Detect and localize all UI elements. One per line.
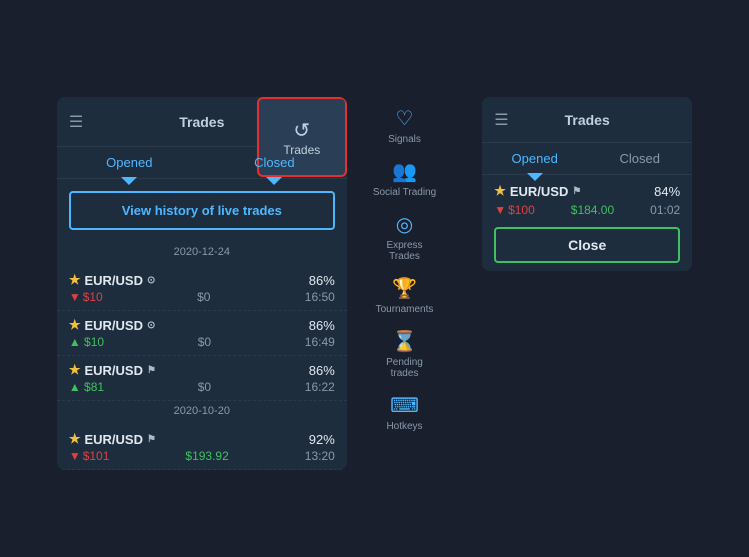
left-trades-panel: ☰ Trades ↺ Trades Opened Closed [57, 97, 347, 470]
trade-item-4: ★ EUR/USD ⚑ 92% ▼ $101 $193.92 13:20 [57, 425, 347, 470]
arrow-4: ▼ [69, 449, 81, 463]
right-sidebar: ♡ Signals 👥 Social Trading ◎ ExpressTrad… [367, 102, 442, 436]
sidebar-item-express-trades[interactable]: ◎ ExpressTrades [380, 208, 428, 266]
sidebar-item-signals[interactable]: ♡ Signals [382, 102, 427, 149]
result-1: $0 [197, 290, 210, 304]
star-icon-4: ★ [69, 431, 81, 447]
express-trades-label: ExpressTrades [386, 240, 422, 262]
right-menu-icon[interactable]: ☰ [494, 110, 508, 130]
left-panel-header: ☰ Trades ↺ Trades [57, 97, 347, 147]
tab-opened-right[interactable]: Opened [482, 143, 587, 174]
view-history-button[interactable]: View history of live trades [69, 191, 335, 230]
mini-time: 01:02 [650, 203, 680, 217]
refresh-icon: ↺ [293, 118, 310, 143]
time-3: 16:22 [305, 380, 335, 394]
signals-label: Signals [388, 134, 421, 145]
mini-arrow: ▼ [494, 203, 506, 217]
pending-trades-icon: ⌛ [392, 329, 417, 354]
result-4: $193.92 [185, 449, 228, 463]
sidebar-item-pending-trades[interactable]: ⌛ Pendingtrades [380, 325, 429, 383]
mini-amount: $100 [508, 203, 535, 217]
star-icon-1: ★ [69, 272, 81, 288]
time-4: 13:20 [305, 449, 335, 463]
arrow-2: ▲ [69, 335, 81, 349]
percent-3: 86% [309, 363, 335, 378]
right-tab-row: Opened Closed [482, 143, 692, 175]
trade-item-3: ★ EUR/USD ⚑ 86% ▲ $81 $0 16:22 [57, 356, 347, 401]
time-1: 16:50 [305, 290, 335, 304]
pair-1: EUR/USD [84, 273, 143, 288]
signals-icon: ♡ [396, 106, 414, 131]
amount-1: $10 [83, 290, 103, 304]
pending-trades-label: Pendingtrades [386, 357, 423, 379]
tournaments-label: Tournaments [376, 304, 434, 315]
mini-star-icon: ★ [494, 183, 506, 199]
hotkeys-icon: ⌨ [390, 393, 419, 418]
star-icon-3: ★ [69, 362, 81, 378]
star-icon-2: ★ [69, 317, 81, 333]
social-trading-label: Social Trading [373, 187, 436, 198]
pair-2: EUR/USD [84, 318, 143, 333]
percent-2: 86% [309, 318, 335, 333]
tournaments-icon: 🏆 [392, 276, 417, 301]
amount-4: $101 [83, 449, 110, 463]
mini-result: $184.00 [571, 203, 614, 217]
left-tab-row: Opened Closed [57, 147, 347, 179]
date-sep-2: 2020-10-20 [57, 401, 347, 425]
mini-percent: 84% [654, 184, 680, 199]
sidebar-item-social-trading[interactable]: 👥 Social Trading [367, 155, 442, 202]
clock-icon-2: ⊙ [147, 320, 155, 331]
tab-closed-right[interactable]: Closed [587, 143, 692, 174]
flag-icon-3: ⚑ [147, 365, 156, 376]
amount-3: $81 [84, 380, 104, 394]
mini-flag-icon: ⚑ [572, 186, 581, 197]
close-button[interactable]: Close [494, 227, 680, 263]
sidebar-item-hotkeys[interactable]: ⌨ Hotkeys [380, 389, 428, 436]
menu-icon[interactable]: ☰ [69, 112, 83, 132]
amount-2: $10 [84, 335, 104, 349]
date-sep-1: 2020-12-24 [57, 242, 347, 266]
arrow-1: ▼ [69, 290, 81, 304]
time-2: 16:49 [305, 335, 335, 349]
express-trades-icon: ◎ [396, 212, 413, 237]
right-trades-panel: ☰ Trades Opened Closed ★ EUR/USD ⚑ 84% [482, 97, 692, 271]
hotkeys-label: Hotkeys [386, 421, 422, 432]
mini-pair: EUR/USD [510, 184, 569, 199]
percent-1: 86% [309, 273, 335, 288]
sidebar-item-tournaments[interactable]: 🏆 Tournaments [370, 272, 440, 319]
trade-item-1: ★ EUR/USD ⊙ 86% ▼ $10 $0 16:50 [57, 266, 347, 311]
social-trading-icon: 👥 [392, 159, 417, 184]
pair-3: EUR/USD [84, 363, 143, 378]
right-panel-title: Trades [565, 112, 610, 128]
pair-4: EUR/USD [84, 432, 143, 447]
trade-item-2: ★ EUR/USD ⊙ 86% ▲ $10 $0 16:49 [57, 311, 347, 356]
mini-trade: ★ EUR/USD ⚑ 84% ▼ $100 $184.00 01:02 Clo… [482, 175, 692, 271]
result-2: $0 [198, 335, 211, 349]
tab-closed-left[interactable]: Closed [202, 147, 347, 178]
left-panel-title: Trades [179, 114, 224, 130]
flag-icon-4: ⚑ [147, 434, 156, 445]
clock-icon-1: ⊙ [147, 275, 155, 286]
result-3: $0 [198, 380, 211, 394]
tab-opened-left[interactable]: Opened [57, 147, 202, 178]
right-panel-header: ☰ Trades [482, 97, 692, 143]
arrow-3: ▲ [69, 380, 81, 394]
percent-4: 92% [309, 432, 335, 447]
